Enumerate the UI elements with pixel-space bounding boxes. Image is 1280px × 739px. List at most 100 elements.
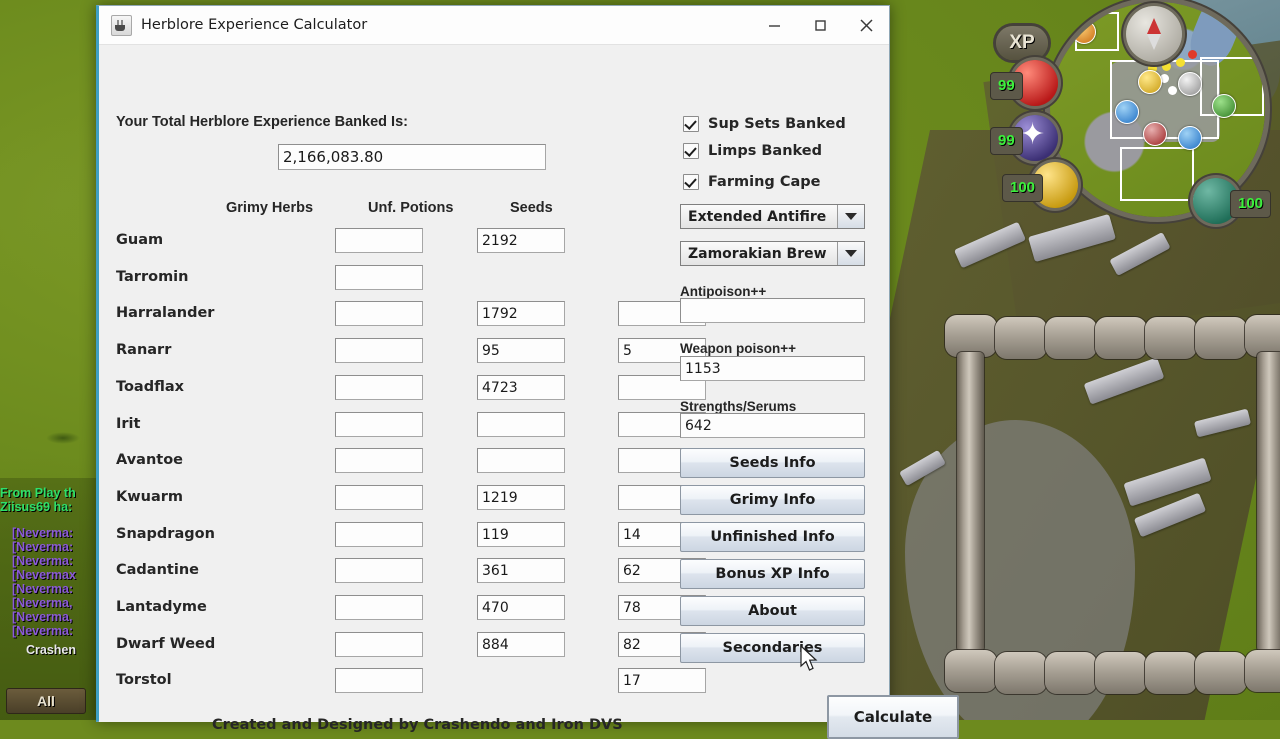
checkbox-limps-banked[interactable]: Limps Banked <box>683 143 822 159</box>
checkbox-box[interactable] <box>683 116 699 132</box>
fence-capstone <box>1245 315 1280 357</box>
minimap-altar-icon <box>1143 122 1167 146</box>
secondaries-button[interactable]: Secondaries <box>680 633 865 663</box>
unf-potions-input[interactable]: 4723 <box>477 375 565 400</box>
herb-row-label: Guam <box>116 232 164 248</box>
grimy-herbs-input[interactable] <box>335 558 423 583</box>
game-chat-panel[interactable]: From Play th Ziisus69 ha: [Neverma: [Nev… <box>0 478 98 720</box>
unf-potions-input[interactable]: 2192 <box>477 228 565 253</box>
grimy-herbs-input[interactable] <box>335 301 423 326</box>
bonus-xp-info-button[interactable]: Bonus XP Info <box>680 559 865 589</box>
combo-potion-type-1[interactable]: Extended Antifire <box>680 204 865 229</box>
minimap-dot-yellow <box>1176 58 1185 67</box>
grimy-herbs-input[interactable] <box>335 632 423 657</box>
fence-capstone <box>1195 652 1247 694</box>
about-button[interactable]: About <box>680 596 865 626</box>
grimy-herbs-input[interactable] <box>335 485 423 510</box>
herb-row-label: Torstol <box>116 672 172 688</box>
grimy-herbs-input[interactable] <box>335 412 423 437</box>
fence-capstone <box>1245 650 1280 692</box>
xp-counter-button[interactable]: XP <box>996 26 1048 60</box>
chat-line: [Nevermax <box>12 568 76 582</box>
unfinished-info-button[interactable]: Unfinished Info <box>680 522 865 552</box>
hitpoints-value: 99 <box>990 72 1023 100</box>
minimap-furnace-icon <box>1072 20 1096 44</box>
herb-row-label: Dwarf Weed <box>116 636 216 652</box>
chat-line: [Neverma: <box>12 554 74 568</box>
minimap-tree-icon <box>1212 94 1236 118</box>
minimap[interactable]: XP 99 ✦ 99 100 100 <box>990 0 1280 230</box>
fence-capstone <box>1095 652 1147 694</box>
grimy-herbs-input[interactable] <box>335 448 423 473</box>
window-title: Herblore Experience Calculator <box>141 17 368 33</box>
prayer-value: 99 <box>990 127 1023 155</box>
herb-row-label: Kwuarm <box>116 489 183 505</box>
window-titlebar[interactable]: Herblore Experience Calculator <box>99 6 889 45</box>
grimy-info-button[interactable]: Grimy Info <box>680 485 865 515</box>
herb-row-label: Cadantine <box>116 562 199 578</box>
chat-line: From Play th <box>0 486 76 500</box>
grimy-herbs-input[interactable] <box>335 375 423 400</box>
herb-row-label: Toadflax <box>116 379 184 395</box>
compass-icon[interactable] <box>1126 6 1182 62</box>
chat-line: Ziisus69 ha: <box>0 500 73 514</box>
fence-capstone <box>1195 317 1247 359</box>
fence-capstone <box>1045 652 1097 694</box>
unf-potions-input[interactable]: 1219 <box>477 485 565 510</box>
checkbox-sup-sets-banked[interactable]: Sup Sets Banked <box>683 116 846 132</box>
unf-potions-input[interactable]: 884 <box>477 632 565 657</box>
minimap-shop-icon <box>1178 72 1202 96</box>
seeds-info-button[interactable]: Seeds Info <box>680 448 865 478</box>
checkbox-box[interactable] <box>683 174 699 190</box>
strengths-serums-field[interactable]: 642 <box>680 413 865 438</box>
herblore-calculator-window: Herblore Experience Calculator Your Tota… <box>96 5 959 739</box>
grass-tuft <box>46 432 80 444</box>
unf-potions-input[interactable] <box>477 412 565 437</box>
unf-potions-input[interactable]: 1792 <box>477 301 565 326</box>
minimize-button[interactable] <box>751 6 797 44</box>
combo-value: Zamorakian Brew <box>681 242 837 265</box>
unf-potions-input[interactable]: 361 <box>477 558 565 583</box>
column-header-seeds: Seeds <box>510 200 553 216</box>
fence-capstone <box>995 317 1047 359</box>
grimy-herbs-input[interactable] <box>335 522 423 547</box>
herb-row-label: Tarromin <box>116 269 189 285</box>
chat-line: [Neverma, <box>12 610 73 624</box>
checkbox-farming-cape[interactable]: Farming Cape <box>683 174 820 190</box>
fence-capstone <box>1045 317 1097 359</box>
antipoison-label: Antipoison++ <box>680 284 767 299</box>
chat-tab-all[interactable]: All <box>6 688 86 714</box>
chat-line: [Neverma: <box>12 624 74 638</box>
fence-capstone <box>945 650 997 692</box>
grimy-herbs-input[interactable] <box>335 265 423 290</box>
unf-potions-input[interactable] <box>477 448 565 473</box>
grimy-herbs-input[interactable] <box>335 338 423 363</box>
total-xp-field[interactable]: 2,166,083.80 <box>278 144 546 170</box>
grimy-herbs-input[interactable] <box>335 228 423 253</box>
fence-capstone <box>1145 317 1197 359</box>
unf-potions-input[interactable]: 470 <box>477 595 565 620</box>
checkbox-label: Sup Sets Banked <box>708 116 846 132</box>
calculate-button[interactable]: Calculate <box>827 695 959 739</box>
combo-potion-type-2[interactable]: Zamorakian Brew <box>680 241 865 266</box>
grimy-herbs-input[interactable] <box>335 595 423 620</box>
maximize-button[interactable] <box>797 6 843 44</box>
chevron-down-icon[interactable] <box>837 205 864 228</box>
minimap-dot-yellow <box>1162 62 1171 71</box>
antipoison-field[interactable] <box>680 298 865 323</box>
chat-lines: From Play th Ziisus69 ha: [Neverma: [Nev… <box>0 486 76 657</box>
fence-capstone <box>1145 652 1197 694</box>
grimy-herbs-input[interactable] <box>335 668 423 693</box>
mouse-cursor <box>800 645 818 671</box>
close-button[interactable] <box>843 6 889 44</box>
checkbox-box[interactable] <box>683 143 699 159</box>
unf-potions-input[interactable]: 119 <box>477 522 565 547</box>
fence-capstone <box>1095 317 1147 359</box>
chevron-down-icon[interactable] <box>837 242 864 265</box>
unf-potions-input[interactable]: 95 <box>477 338 565 363</box>
herb-row-label: Harralander <box>116 305 215 321</box>
seeds-input[interactable]: 17 <box>618 668 706 693</box>
total-xp-label: Your Total Herblore Experience Banked Is… <box>116 114 408 130</box>
weapon-poison-field[interactable]: 1153 <box>680 356 865 381</box>
column-header-grimy: Grimy Herbs <box>226 200 314 216</box>
